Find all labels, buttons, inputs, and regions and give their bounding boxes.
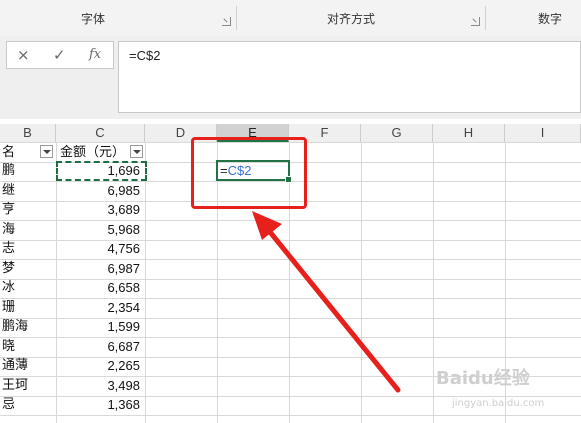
watermark-logo: Baidu经验 (436, 368, 530, 389)
annotation-arrow (252, 211, 401, 393)
watermark-url: jingyan.baidu.com (452, 398, 545, 409)
